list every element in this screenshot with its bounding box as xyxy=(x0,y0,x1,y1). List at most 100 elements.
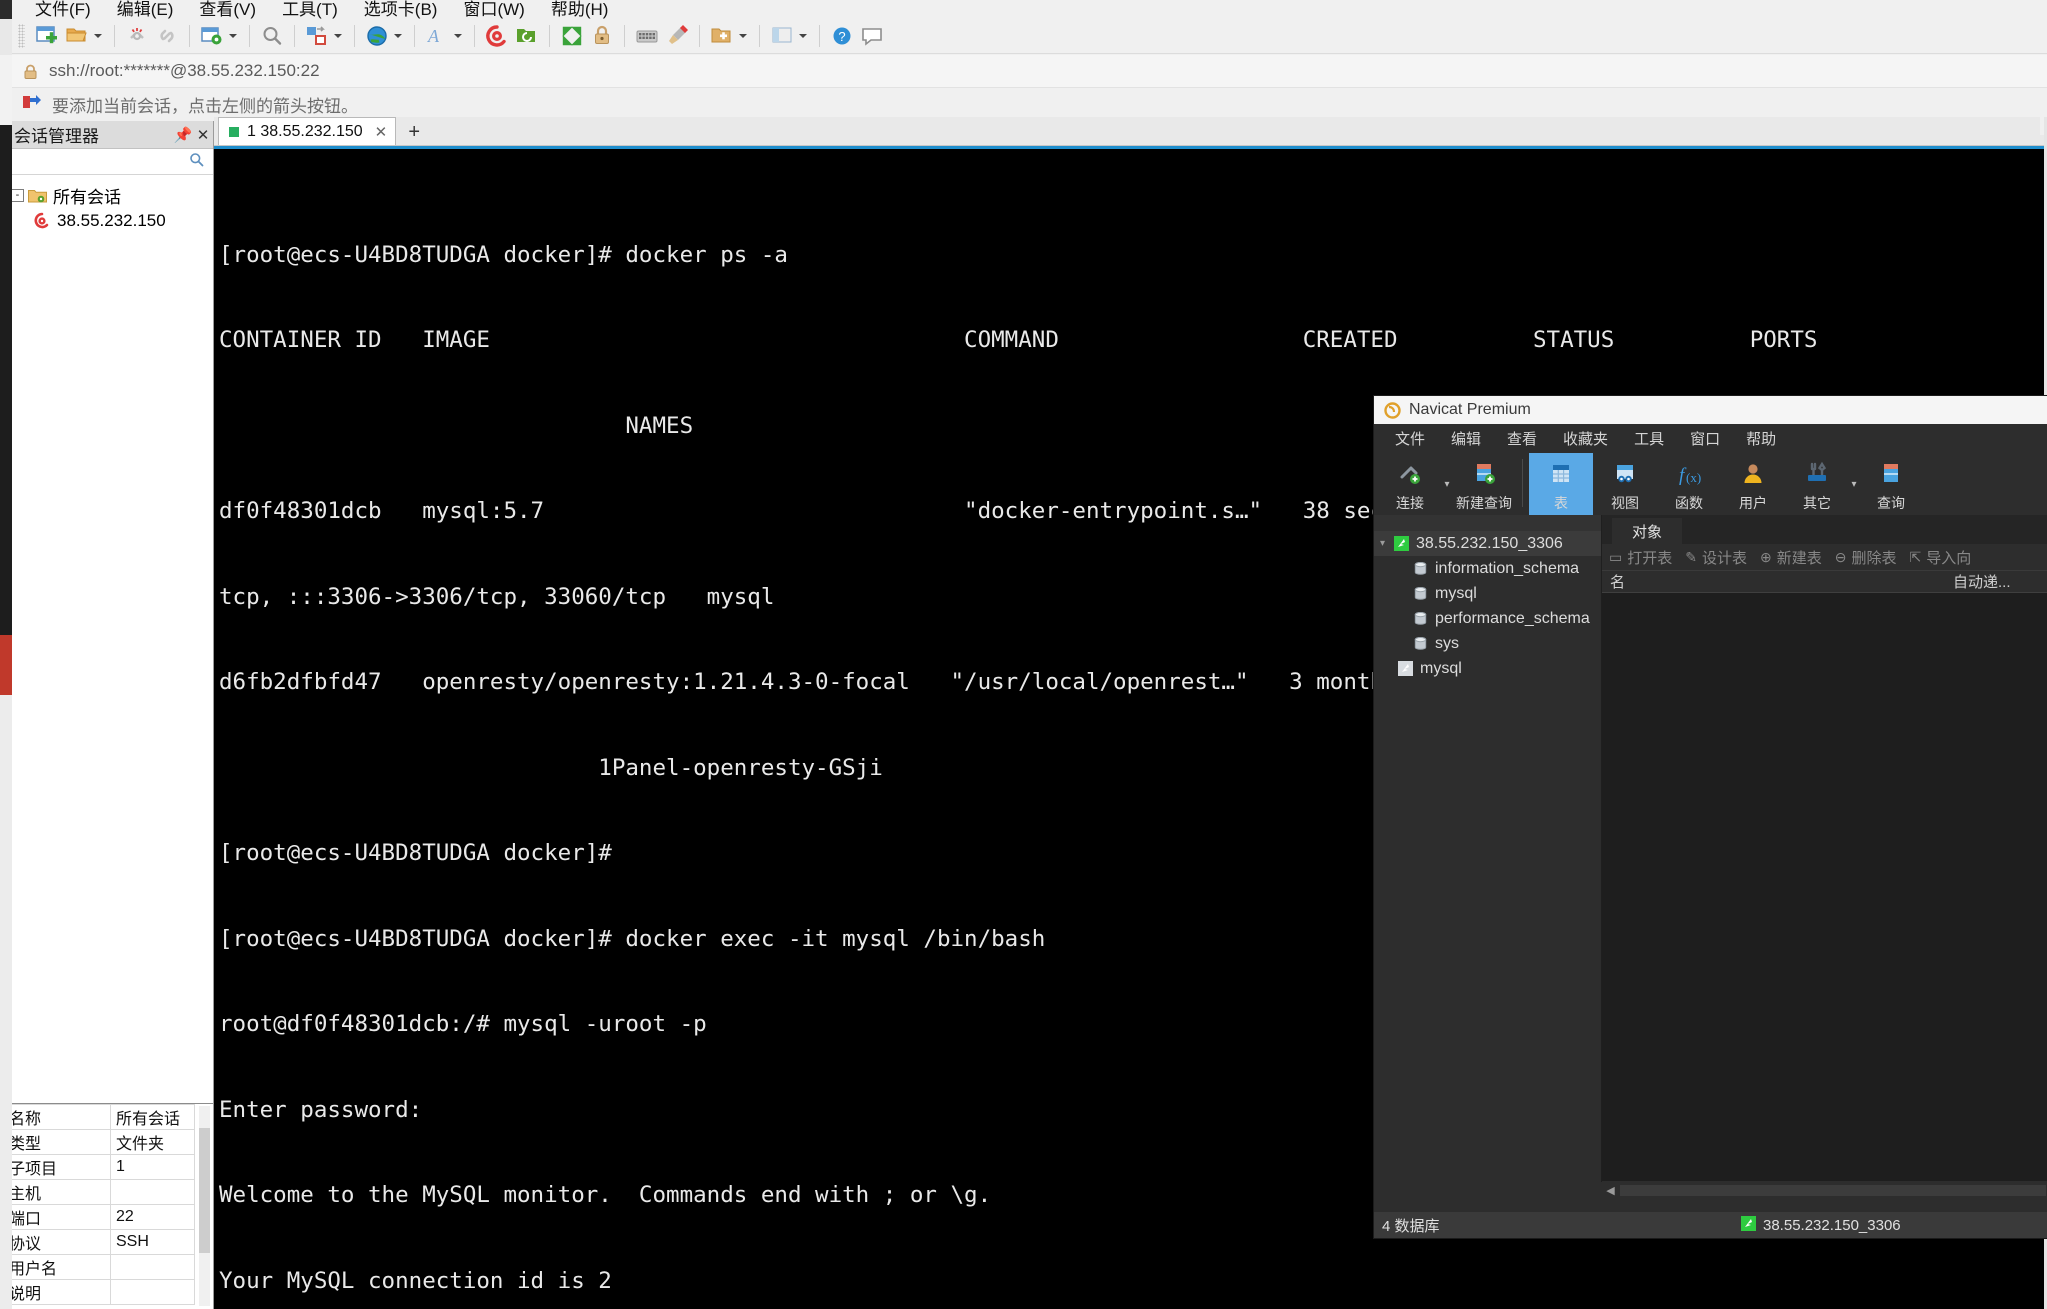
navicat-tree-connection-2[interactable]: mysql xyxy=(1374,656,1601,681)
navicat-menu-help[interactable]: 帮助 xyxy=(1733,428,1789,449)
menu-item-window[interactable]: 窗口(W) xyxy=(450,0,537,19)
menu-item-view[interactable]: 查看(V) xyxy=(186,0,269,19)
new-tab-button[interactable]: + xyxy=(403,119,425,145)
navicat-tool-function[interactable]: f (x) 函数 xyxy=(1657,453,1721,515)
navicat-tool-view[interactable]: 视图 xyxy=(1593,453,1657,515)
close-icon-tab[interactable]: ✕ xyxy=(375,123,388,141)
navicat-tool-user[interactable]: 用户 xyxy=(1721,453,1785,515)
tree-node-session[interactable]: 38.55.232.150 xyxy=(11,208,213,233)
close-icon[interactable]: ✕ xyxy=(193,126,213,144)
table-icon xyxy=(1547,458,1575,490)
add-folder-icon[interactable] xyxy=(709,23,735,49)
menu-item-edit[interactable]: 编辑(E) xyxy=(104,0,187,19)
navicat-menu-view[interactable]: 查看 xyxy=(1494,428,1550,449)
scroll-thumb[interactable] xyxy=(1620,1185,2046,1196)
font-icon[interactable]: A xyxy=(424,23,450,49)
navicat-tool-new-query[interactable]: 新建查询 xyxy=(1452,453,1516,515)
chevron-down-icon-globe[interactable] xyxy=(392,23,403,49)
navicat-menu-window[interactable]: 窗口 xyxy=(1677,428,1733,449)
add-session-arrow-icon[interactable] xyxy=(22,94,41,116)
column-header-auto[interactable]: 自动递... xyxy=(1953,571,2039,592)
properties-table: 名称 所有会话 类型 文件夹 子项目 1 主机 端口 22 协议 SSH 用户名… xyxy=(3,1104,195,1305)
chevron-down-icon-panel[interactable] xyxy=(797,23,808,49)
chevron-down-icon-tree[interactable]: ▾ xyxy=(1380,538,1394,549)
navicat-title-bar[interactable]: Navicat Premium xyxy=(1374,396,2047,424)
pin-icon[interactable]: 📌 xyxy=(173,126,193,144)
open-folder-icon[interactable] xyxy=(64,23,90,49)
tree-expander-icon[interactable]: - xyxy=(11,189,24,202)
navicat-tree-database[interactable]: sys xyxy=(1374,631,1601,656)
import-wizard-label: 导入向 xyxy=(1926,549,1972,567)
open-table-button[interactable]: ▭ 打开表 xyxy=(1609,547,1672,568)
chevron-down-icon-transfer[interactable] xyxy=(332,23,343,49)
chevron-down-icon-font[interactable] xyxy=(452,23,463,49)
transfer-icon[interactable] xyxy=(304,23,330,49)
tree-horizontal-scrollbar[interactable] xyxy=(1374,1182,1602,1199)
navicat-tool-other[interactable]: 其它 xyxy=(1785,453,1849,515)
menu-item-help[interactable]: 帮助(H) xyxy=(538,0,622,19)
navicat-menu-file[interactable]: 文件 xyxy=(1382,428,1438,449)
navicat-menu-edit[interactable]: 编辑 xyxy=(1438,428,1494,449)
delete-table-button[interactable]: ⊖ 删除表 xyxy=(1835,547,1897,568)
navicat-tree-database[interactable]: information_schema xyxy=(1374,556,1601,581)
new-table-button[interactable]: ⊕ 新建表 xyxy=(1760,547,1822,568)
navicat-menu-tools[interactable]: 工具 xyxy=(1621,428,1677,449)
highlight-icon[interactable] xyxy=(664,23,690,49)
chevron-down-icon-open[interactable] xyxy=(92,23,103,49)
tunnel-icon[interactable] xyxy=(484,23,510,49)
globe-icon[interactable] xyxy=(364,23,390,49)
chevron-down-icon-connection[interactable]: ▾ xyxy=(1442,453,1452,515)
navicat-tree-database[interactable]: performance_schema xyxy=(1374,606,1601,631)
chevron-down-icon-props[interactable] xyxy=(227,23,238,49)
chevron-down-icon-other[interactable]: ▾ xyxy=(1849,453,1859,515)
address-text: ssh://root:*******@38.55.232.150:22 xyxy=(49,61,320,80)
navicat-tool-connection[interactable]: 连接 xyxy=(1378,453,1442,515)
status-database-count: 4 数据库 xyxy=(1382,1217,1440,1235)
menu-item-tools[interactable]: 工具(T) xyxy=(269,0,351,19)
design-table-button[interactable]: ✎ 设计表 xyxy=(1685,547,1747,568)
link-icon[interactable] xyxy=(154,23,180,49)
navicat-tool-label: 表 xyxy=(1554,495,1568,511)
navicat-tool-query[interactable]: 查询 xyxy=(1859,453,1923,515)
toolbar-grip[interactable] xyxy=(18,24,25,48)
search-icon-sessions[interactable] xyxy=(189,152,204,172)
sftp-icon[interactable] xyxy=(514,23,540,49)
tab-session-1[interactable]: 1 38.55.232.150 ✕ xyxy=(218,117,397,145)
tree-node-all-sessions[interactable]: - 所有会话 xyxy=(11,183,213,208)
lock-icon[interactable] xyxy=(589,23,615,49)
function-icon: f (x) xyxy=(1674,458,1704,490)
navicat-tree-database[interactable]: mysql xyxy=(1374,581,1601,606)
scroll-left-icon[interactable]: ◀ xyxy=(1602,1184,1619,1197)
new-session-icon[interactable] xyxy=(34,23,60,49)
properties-scrollbar[interactable] xyxy=(199,1106,210,1306)
object-grid[interactable] xyxy=(1602,593,2047,1181)
status-connection-label: 38.55.232.150_3306 xyxy=(1763,1216,1901,1234)
connection-icon xyxy=(1394,536,1409,551)
navicat-tree-label: mysql xyxy=(1420,659,1462,677)
navicat-tree-connection[interactable]: ▾ 38.55.232.150_3306 xyxy=(1374,531,1601,556)
navicat-menu-favorites[interactable]: 收藏夹 xyxy=(1550,428,1621,449)
menu-item-tabs[interactable]: 选项卡(B) xyxy=(351,0,451,19)
properties-panel-icon[interactable] xyxy=(769,23,795,49)
navicat-tool-label: 连接 xyxy=(1396,495,1424,511)
session-search-row[interactable] xyxy=(3,149,213,175)
object-horizontal-scrollbar[interactable]: ◀ xyxy=(1602,1182,2047,1199)
navicat-tool-table[interactable]: 表 xyxy=(1529,453,1593,515)
menu-item-file[interactable]: 文件(F) xyxy=(22,0,104,19)
chevron-down-icon-addfolder[interactable] xyxy=(737,23,748,49)
disconnect-icon[interactable] xyxy=(124,23,150,49)
keyboard-icon[interactable] xyxy=(634,23,660,49)
tab-objects[interactable]: 对象 xyxy=(1612,518,1683,544)
address-bar[interactable]: ssh://root:*******@38.55.232.150:22 xyxy=(0,55,2047,88)
session-manager-title: 会话管理器 xyxy=(14,127,99,146)
help-icon[interactable]: ? xyxy=(829,23,855,49)
table-row: 类型 文件夹 xyxy=(3,1129,195,1155)
prop-key: 协议 xyxy=(3,1229,111,1255)
fullscreen-icon[interactable] xyxy=(559,23,585,49)
search-icon[interactable] xyxy=(259,23,285,49)
open-table-label: 打开表 xyxy=(1627,549,1673,567)
column-header-name[interactable]: 名 xyxy=(1610,571,1953,592)
import-wizard-button[interactable]: ⇱ 导入向 xyxy=(1910,547,1972,568)
comment-icon[interactable] xyxy=(859,23,885,49)
session-properties-icon[interactable] xyxy=(199,23,225,49)
